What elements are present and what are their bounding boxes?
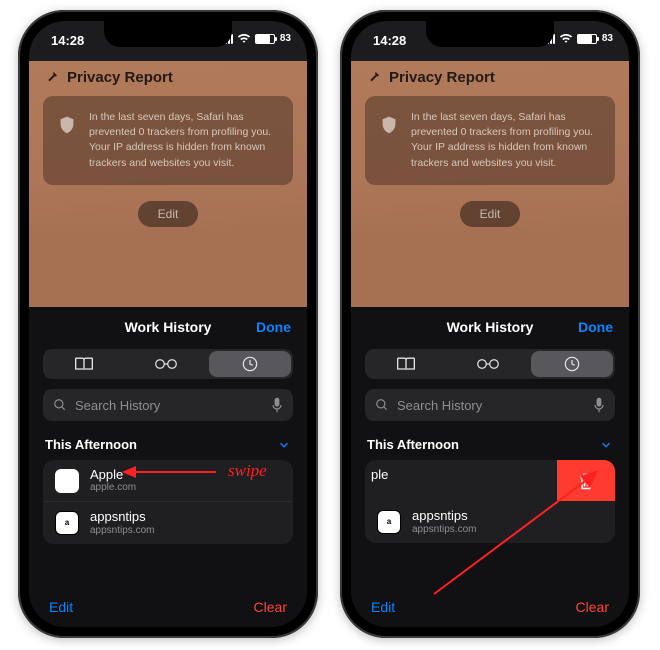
search-placeholder: Search History — [397, 398, 482, 413]
sheet-title: Work History — [447, 319, 534, 335]
clear-button[interactable]: Clear — [576, 599, 609, 615]
phone-right: 14:28 83 Privacy Report In the last seve… — [340, 10, 640, 638]
done-button[interactable]: Done — [256, 319, 291, 335]
startpage-edit-button[interactable]: Edit — [138, 201, 198, 227]
edit-button[interactable]: Edit — [49, 599, 73, 615]
battery-icon — [255, 34, 275, 44]
row-sub: appsntips.com — [90, 525, 154, 536]
hammer-icon — [367, 70, 383, 86]
shield-icon — [59, 116, 75, 134]
annotation-swipe-label: swipe — [228, 461, 267, 481]
wifi-icon — [559, 33, 573, 44]
clock-icon — [242, 356, 258, 372]
sheet-header: Work History Done — [29, 307, 307, 347]
status-time: 14:28 — [51, 33, 84, 48]
battery-pct: 83 — [602, 33, 613, 44]
section-header[interactable]: This Afternoon — [29, 431, 307, 458]
row-title: appsntips — [90, 510, 154, 524]
apple-favicon — [55, 469, 79, 493]
tab-bookmarks[interactable] — [43, 349, 125, 379]
search-history-field[interactable]: Search History — [43, 389, 293, 421]
screen: 14:28 83 Privacy Report In the last seve… — [351, 21, 629, 627]
history-sheet: Work History Done Search History This Af… — [351, 307, 629, 627]
safari-start-page: Privacy Report In the last seven days, S… — [29, 61, 307, 349]
startpage-edit-button[interactable]: Edit — [460, 201, 520, 227]
book-icon — [74, 356, 94, 372]
privacy-banner[interactable]: In the last seven days, Safari has preve… — [43, 96, 293, 185]
row-title-fragment: ple — [371, 468, 417, 482]
history-list: ple apple.com a appsntips appsntips.com — [365, 460, 615, 543]
notch — [426, 21, 554, 47]
privacy-body: In the last seven days, Safari has preve… — [411, 110, 599, 171]
appsntips-favicon: a — [377, 510, 401, 534]
book-icon — [396, 356, 416, 372]
tab-reading-list[interactable] — [125, 349, 207, 379]
row-title: Apple — [90, 468, 136, 482]
sheet-footer: Edit Clear — [29, 599, 307, 615]
section-header[interactable]: This Afternoon — [351, 431, 629, 458]
chevron-down-icon — [599, 438, 613, 452]
tab-history[interactable] — [531, 351, 613, 377]
hammer-icon — [45, 70, 61, 86]
appsntips-favicon: a — [55, 511, 79, 535]
battery-pct: 83 — [280, 33, 291, 44]
tab-history[interactable] — [209, 351, 291, 377]
delete-swipe-action[interactable] — [557, 460, 615, 501]
clock-icon — [564, 356, 580, 372]
privacy-report-header: Privacy Report — [43, 61, 293, 96]
notch — [104, 21, 232, 47]
search-icon — [375, 398, 389, 412]
tab-reading-list[interactable] — [447, 349, 529, 379]
segmented-control[interactable] — [365, 349, 615, 379]
wifi-icon — [237, 33, 251, 44]
chevron-down-icon — [277, 438, 291, 452]
history-row-appsntips[interactable]: a appsntips appsntips.com — [365, 501, 615, 542]
status-time: 14:28 — [373, 33, 406, 48]
glasses-icon — [476, 357, 500, 371]
privacy-banner[interactable]: In the last seven days, Safari has preve… — [365, 96, 615, 185]
segmented-control[interactable] — [43, 349, 293, 379]
row-title: appsntips — [412, 509, 476, 523]
row-sub: apple.com — [90, 482, 136, 493]
battery-icon — [577, 34, 597, 44]
mic-icon[interactable] — [271, 397, 283, 413]
phone-left: 14:28 83 Privacy Report In the last seve… — [18, 10, 318, 638]
sheet-footer: Edit Clear — [351, 599, 629, 615]
edit-button[interactable]: Edit — [371, 599, 395, 615]
glasses-icon — [154, 357, 178, 371]
row-sub: appsntips.com — [412, 524, 476, 535]
clear-button[interactable]: Clear — [254, 599, 287, 615]
privacy-body: In the last seven days, Safari has preve… — [89, 110, 277, 171]
search-history-field[interactable]: Search History — [365, 389, 615, 421]
search-icon — [53, 398, 67, 412]
sheet-title: Work History — [125, 319, 212, 335]
status-icons: 83 — [222, 33, 291, 44]
done-button[interactable]: Done — [578, 319, 613, 335]
status-icons: 83 — [544, 33, 613, 44]
screen: 14:28 83 Privacy Report In the last seve… — [29, 21, 307, 627]
search-placeholder: Search History — [75, 398, 160, 413]
trash-icon — [577, 471, 595, 491]
history-row-apple-swiped[interactable]: ple apple.com — [365, 460, 615, 501]
sheet-header: Work History Done — [351, 307, 629, 347]
history-row-appsntips[interactable]: a appsntips appsntips.com — [43, 501, 293, 543]
safari-start-page: Privacy Report In the last seven days, S… — [351, 61, 629, 349]
tab-bookmarks[interactable] — [365, 349, 447, 379]
privacy-report-header: Privacy Report — [365, 61, 615, 96]
mic-icon[interactable] — [593, 397, 605, 413]
shield-icon — [381, 116, 397, 134]
